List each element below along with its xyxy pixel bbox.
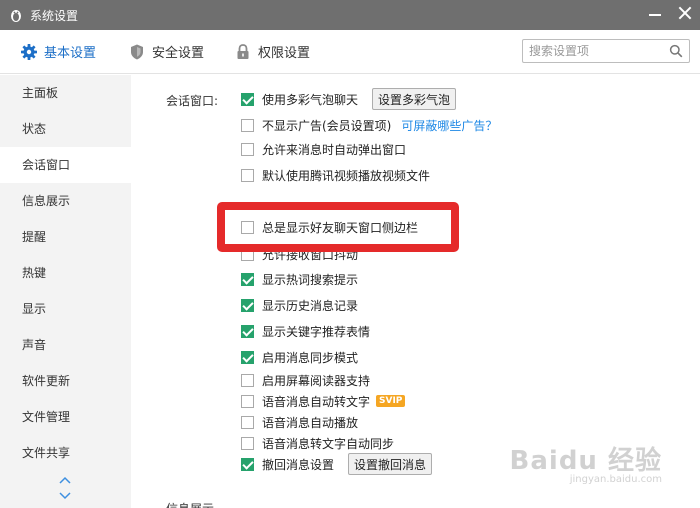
option-label: 总是显示好友聊天窗口侧边栏 xyxy=(262,220,419,235)
option-label: 不显示广告(会员设置项) xyxy=(262,118,392,133)
search-icon[interactable] xyxy=(669,44,683,58)
sidebar: 主面板 状态 会话窗口 信息展示 提醒 热键 显示 声音 软件更新 文件管理 文… xyxy=(0,75,131,508)
title-bar: 系统设置 xyxy=(0,0,700,30)
svip-badge: SVIP xyxy=(376,395,406,407)
sidebar-item-status[interactable]: 状态 xyxy=(0,111,131,147)
tab-label: 安全设置 xyxy=(152,46,205,61)
sidebar-item-session-window[interactable]: 会话窗口 xyxy=(0,147,131,183)
checkbox[interactable] xyxy=(241,324,254,338)
sidebar-item-software-update[interactable]: 软件更新 xyxy=(0,363,131,399)
sidebar-item-main-panel[interactable]: 主面板 xyxy=(0,75,131,111)
sidebar-scroll-arrows xyxy=(57,475,73,507)
option-label: 启用屏幕阅读器支持 xyxy=(262,373,371,388)
checkbox[interactable] xyxy=(241,272,254,286)
checkbox[interactable] xyxy=(241,373,254,387)
option-label: 显示历史消息记录 xyxy=(262,298,359,313)
tab-basic-settings[interactable]: 基本设置 xyxy=(0,30,108,74)
section-label-info-display: 信息展示 xyxy=(166,500,214,508)
option-label: 使用多彩气泡聊天 xyxy=(262,92,359,107)
tab-security-settings[interactable]: 安全设置 xyxy=(108,30,214,74)
highlight-callout: 总是显示好友聊天窗口侧边栏 xyxy=(217,202,459,252)
option-recall-message: 撤回消息设置 设置撤回消息 xyxy=(241,453,433,475)
tab-bar: 基本设置 安全设置 权限设置 xyxy=(0,30,700,74)
watermark-text: Baidu 经验 xyxy=(509,446,662,476)
chevron-up-icon[interactable] xyxy=(59,475,71,485)
checkbox[interactable] xyxy=(241,118,254,132)
checkbox[interactable] xyxy=(241,168,254,182)
checkbox[interactable] xyxy=(241,415,254,429)
shield-icon xyxy=(131,44,143,59)
sidebar-item-file-sharing[interactable]: 文件共享 xyxy=(0,435,131,471)
chevron-down-icon[interactable] xyxy=(59,491,71,501)
option-label: 显示热词搜索提示 xyxy=(262,272,359,287)
window-title: 系统设置 xyxy=(30,8,79,23)
option-label: 语音消息自动播放 xyxy=(262,415,359,430)
option-always-show-sidebar: 总是显示好友聊天窗口侧边栏 xyxy=(241,217,418,237)
search-box[interactable] xyxy=(522,39,690,63)
sidebar-item-display[interactable]: 显示 xyxy=(0,291,131,327)
option-voice-to-text: 语音消息自动转文字 SVIP xyxy=(241,391,406,411)
checkbox[interactable] xyxy=(241,350,254,364)
option-message-sync: 启用消息同步模式 xyxy=(241,347,358,367)
sidebar-item-sound[interactable]: 声音 xyxy=(0,327,131,363)
tab-permission-settings[interactable]: 权限设置 xyxy=(214,30,320,74)
close-button[interactable] xyxy=(678,6,692,20)
option-keyword-stickers: 显示关键字推荐表情 xyxy=(241,321,370,341)
option-label: 启用消息同步模式 xyxy=(262,350,359,365)
checkbox[interactable] xyxy=(241,457,254,471)
minimize-button[interactable] xyxy=(648,6,662,20)
option-tencent-video-default: 默认使用腾讯视频播放视频文件 xyxy=(241,165,430,185)
tab-label: 基本设置 xyxy=(44,46,97,61)
penguin-icon xyxy=(11,10,21,22)
blockable-ads-link[interactable]: 可屏蔽哪些广告？ xyxy=(401,117,497,134)
gear-icon xyxy=(21,43,37,60)
option-label: 允许来消息时自动弹出窗口 xyxy=(262,142,407,157)
option-colorful-bubble: 使用多彩气泡聊天 设置多彩气泡 xyxy=(241,88,457,110)
option-hot-word-search: 显示热词搜索提示 xyxy=(241,269,358,289)
option-hide-ads: 不显示广告(会员设置项) 可屏蔽哪些广告？ xyxy=(241,115,497,135)
checkbox[interactable] xyxy=(241,298,254,312)
checkbox[interactable] xyxy=(241,220,254,234)
option-history-messages: 显示历史消息记录 xyxy=(241,295,358,315)
section-label-session-window: 会话窗口: xyxy=(166,94,219,108)
checkbox[interactable] xyxy=(241,92,254,106)
watermark-sub: jingyan.baidu.com xyxy=(569,474,662,485)
option-label: 撤回消息设置 xyxy=(262,457,335,472)
sidebar-item-hotkeys[interactable]: 热键 xyxy=(0,255,131,291)
lock-icon xyxy=(237,43,249,59)
option-auto-popup-window: 允许来消息时自动弹出窗口 xyxy=(241,139,406,159)
option-voice-text-sync: 语音消息转文字自动同步 xyxy=(241,433,394,453)
sidebar-item-file-management[interactable]: 文件管理 xyxy=(0,399,131,435)
option-label: 语音消息转文字自动同步 xyxy=(262,436,395,451)
checkbox[interactable] xyxy=(241,436,254,450)
option-screen-reader: 启用屏幕阅读器支持 xyxy=(241,370,370,390)
search-input[interactable] xyxy=(529,44,661,58)
sidebar-item-reminder[interactable]: 提醒 xyxy=(0,219,131,255)
option-label: 显示关键字推荐表情 xyxy=(262,324,371,339)
baidu-watermark: Baidu 经验 jingyan.baidu.com xyxy=(509,440,662,485)
checkbox[interactable] xyxy=(241,394,254,408)
checkbox[interactable] xyxy=(241,142,254,156)
tab-label: 权限设置 xyxy=(258,46,311,61)
option-label: 语音消息自动转文字 xyxy=(262,394,371,409)
sidebar-item-info-display[interactable]: 信息展示 xyxy=(0,183,131,219)
set-recall-message-button[interactable]: 设置撤回消息 xyxy=(348,453,433,475)
set-colorful-bubble-button[interactable]: 设置多彩气泡 xyxy=(372,88,457,110)
option-voice-autoplay: 语音消息自动播放 xyxy=(241,412,358,432)
option-label: 默认使用腾讯视频播放视频文件 xyxy=(262,168,431,183)
